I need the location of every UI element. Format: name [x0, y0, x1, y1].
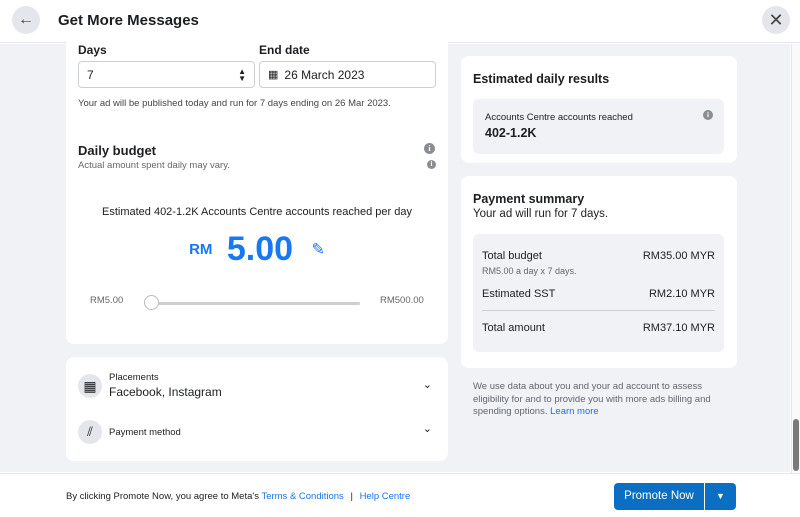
budget-card: Days 7 ▲ ▼ End date ▦ 26 March 2023 Your ad… [66, 36, 448, 344]
payment-box: Total budget RM35.00 MYR RM5.00 a day x … [473, 234, 724, 352]
placements-row[interactable]: ▦ Placements Facebook, Instagram ⌄ [78, 372, 438, 402]
info-icon[interactable]: i [703, 110, 713, 120]
stepper-icon[interactable]: ▲ ▼ [238, 67, 246, 82]
total-budget-label: Total budget [482, 250, 542, 262]
chevron-down-icon[interactable]: ⌄ [423, 422, 432, 435]
scrollbar-thumb[interactable] [793, 419, 799, 471]
end-date-input[interactable]: ▦ 26 March 2023 [259, 61, 436, 88]
budget-subtitle: Actual amount spent daily may vary. [78, 160, 230, 171]
caret-down-icon: ▼ [716, 491, 725, 501]
info-icon[interactable]: i [427, 160, 436, 169]
footer: By clicking Promote Now, you agree to Me… [0, 473, 800, 517]
sst-value: RM2.10 MYR [648, 288, 715, 300]
days-input[interactable]: 7 ▲ ▼ [78, 61, 255, 88]
promote-dropdown-button[interactable]: ▼ [705, 483, 736, 510]
duration-note: Your ad will be published today and run … [78, 98, 391, 109]
content: Days 7 ▲ ▼ End date ▦ 26 March 2023 Your ad… [0, 36, 790, 472]
results-title: Estimated daily results [473, 72, 610, 86]
agreement: By clicking Promote Now, you agree to Me… [66, 491, 410, 502]
close-button[interactable]: ✕ [762, 6, 790, 34]
total-amount-value: RM37.10 MYR [642, 322, 715, 334]
pencil-icon[interactable]: ✎ [312, 242, 325, 259]
page-title: Get More Messages [58, 12, 199, 29]
end-date-label: End date [259, 43, 310, 57]
scrollbar[interactable] [791, 44, 800, 473]
amount: 5.00 [226, 230, 294, 268]
promote-now-button[interactable]: Promote Now [614, 483, 704, 510]
back-button[interactable]: ← [12, 6, 40, 34]
separator: | [350, 491, 353, 502]
help-centre-link[interactable]: Help Centre [360, 491, 411, 502]
terms-link[interactable]: Terms & Conditions [261, 491, 343, 502]
metric-label: Accounts Centre accounts reached [485, 112, 633, 123]
close-icon: ✕ [768, 9, 784, 30]
budget-title: Daily budget [78, 143, 157, 158]
options-card: ▦ Placements Facebook, Instagram ⌄ ⫽ Pay… [66, 357, 448, 461]
arrow-left-icon: ← [18, 11, 34, 28]
end-date-value: 26 March 2023 [284, 67, 365, 82]
card-icon: ⫽ [78, 420, 102, 444]
budget-amount: RM 5.00 ✎ [66, 230, 448, 269]
currency: RM [189, 241, 213, 258]
calendar-icon: ▦ [268, 69, 279, 81]
disclaimer: We use data about you and your ad accoun… [473, 381, 733, 419]
payment-method-row[interactable]: ⫽ Payment method ⌄ [78, 420, 438, 448]
total-amount-label: Total amount [482, 322, 545, 334]
learn-more-link[interactable]: Learn more [550, 406, 599, 417]
payment-card: Payment summary Your ad will run for 7 d… [461, 176, 737, 368]
metric-value: 402-1.2K [485, 126, 537, 140]
divider [482, 310, 715, 311]
budget-slider[interactable] [150, 302, 360, 305]
grid-icon: ▦ [78, 374, 102, 398]
reach-box: Accounts Centre accounts reached 402-1.2… [473, 99, 724, 154]
placements-label: Placements [109, 372, 159, 383]
reach-estimate: Estimated 402-1.2K Accounts Centre accou… [101, 206, 412, 218]
days-label: Days [78, 43, 107, 57]
chevron-down-icon[interactable]: ⌄ [423, 378, 432, 391]
days-value: 7 [87, 67, 94, 82]
total-budget-value: RM35.00 MYR [642, 250, 715, 262]
slider-max: RM500.00 [380, 295, 424, 306]
info-icon[interactable]: i [424, 143, 435, 154]
payment-title: Payment summary [473, 192, 585, 206]
placements-value: Facebook, Instagram [109, 385, 222, 399]
agreement-text: By clicking Promote Now, you agree to Me… [66, 491, 259, 502]
slider-thumb[interactable] [144, 295, 159, 310]
slider-min: RM5.00 [90, 295, 124, 306]
payment-method-label: Payment method [109, 427, 181, 438]
total-budget-sub: RM5.00 a day x 7 days. [482, 266, 577, 276]
sst-label: Estimated SST [482, 288, 556, 300]
payment-subtitle: Your ad will run for 7 days. [473, 208, 609, 220]
results-card: Estimated daily results Accounts Centre … [461, 56, 737, 163]
